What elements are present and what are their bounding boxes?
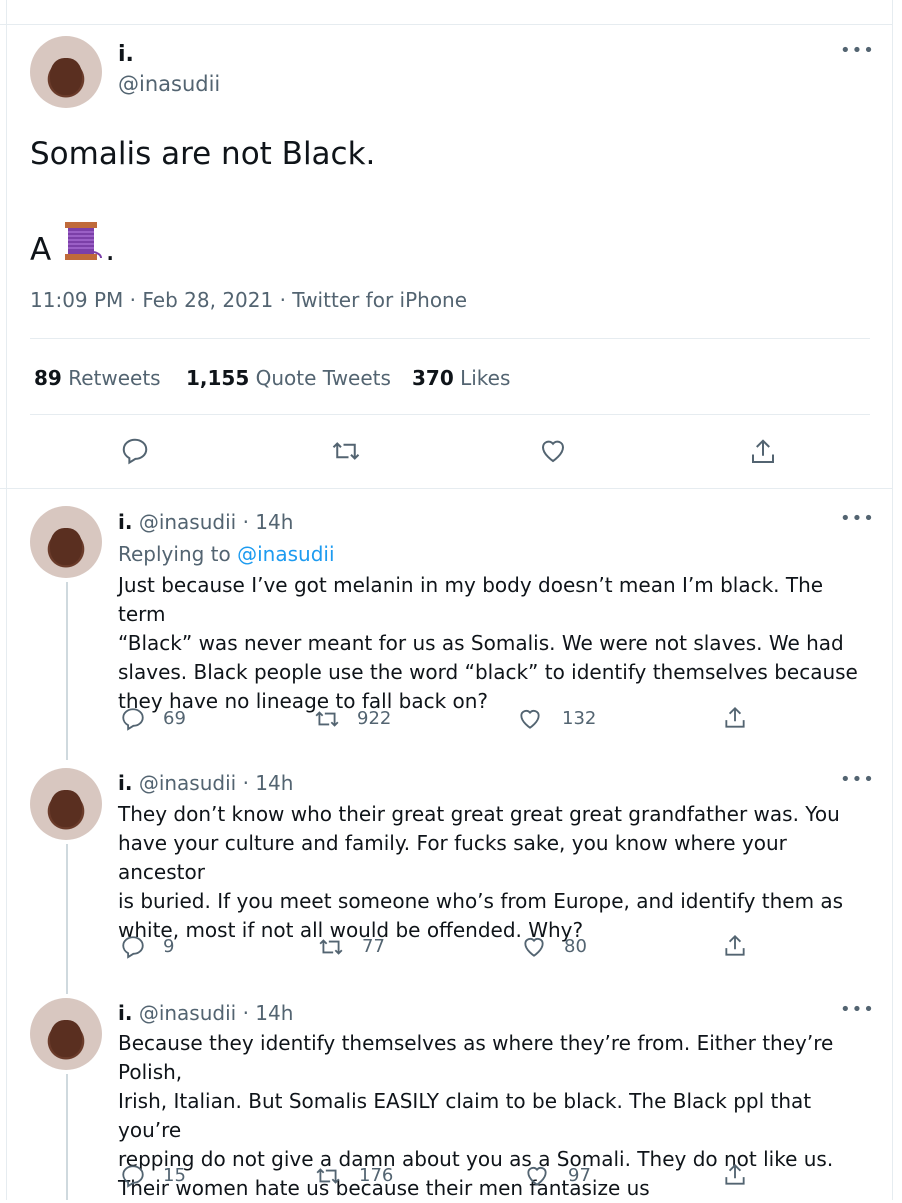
reply-header: i. @inasudii · 14h [118,1001,293,1025]
author-handle-time[interactable]: @inasudii · 14h [139,1001,294,1025]
reply-icon[interactable] [120,934,146,964]
reply-icon[interactable] [120,1163,146,1193]
thread-spool-icon [63,222,103,268]
retweet-count: 77 [362,936,385,957]
top-divider [0,24,892,25]
retweet-icon[interactable] [314,1163,342,1193]
reply-count: 9 [163,936,175,957]
heart-icon[interactable] [538,436,568,470]
tweet-text-line1: Somalis are not Black. [30,136,376,172]
reply-icon[interactable] [120,706,146,736]
author-name[interactable]: i. [118,771,132,795]
share-icon[interactable] [748,436,778,472]
left-border [6,0,7,1200]
retweet-icon[interactable] [317,934,345,964]
like-count: 132 [562,708,597,729]
tweet-text-prefix: A [30,232,52,268]
author-name[interactable]: i. [118,1001,132,1025]
reply-count: 15 [163,1165,186,1186]
more-dots-icon[interactable]: ••• [840,508,875,529]
avatar[interactable] [30,998,102,1070]
more-dots-icon[interactable]: ••• [840,999,875,1020]
replying-to-link[interactable]: @inasudii [237,542,334,566]
thread-line [66,1074,68,1200]
tweet-text-suffix: . [105,232,116,268]
share-icon[interactable] [722,932,748,964]
divider [30,338,870,339]
reply-count: 69 [163,708,186,729]
retweet-count: 176 [359,1165,394,1186]
like-count: 80 [564,936,587,957]
more-dots-icon[interactable]: ••• [840,40,875,61]
retweet-icon[interactable] [330,436,362,470]
like-count: 97 [568,1165,591,1186]
more-dots-icon[interactable]: ••• [840,769,875,790]
divider [0,488,892,489]
avatar[interactable] [30,768,102,840]
tweet-text-line2: A . [30,222,115,268]
reply-header: i. @inasudii · 14h [118,771,293,795]
share-icon[interactable] [722,1161,748,1193]
reply-header: i. @inasudii · 14h [118,510,293,534]
tweet-timestamp[interactable]: 11:09 PM · Feb 28, 2021 · Twitter for iP… [30,288,467,312]
retweet-count: 922 [357,708,392,729]
likes-stat[interactable]: 370 Likes [412,366,510,390]
author-handle[interactable]: @inasudii [118,72,220,96]
author-handle-time[interactable]: @inasudii · 14h [139,771,294,795]
reply-body: Because they identify themselves as wher… [118,1031,834,1200]
heart-icon[interactable] [521,934,547,964]
right-border [892,0,893,1200]
share-icon[interactable] [722,704,748,736]
avatar[interactable] [30,36,102,108]
divider [30,414,870,415]
author-name[interactable]: i. [118,42,134,67]
quote-tweets-stat[interactable]: 1,155 Quote Tweets [186,366,391,390]
heart-icon[interactable] [524,1163,550,1193]
author-name[interactable]: i. [118,510,132,534]
reply-body: They don’t know who their great great gr… [118,802,844,942]
thread-line [66,844,68,994]
reply-body: Just because I’ve got melanin in my body… [118,573,858,713]
heart-icon[interactable] [517,706,543,736]
author-handle-time[interactable]: @inasudii · 14h [139,510,294,534]
thread-line [66,582,68,760]
reply-icon[interactable] [120,436,150,470]
retweet-icon[interactable] [313,706,341,736]
retweets-stat[interactable]: 89 Retweets [34,366,161,390]
replying-to: Replying to @inasudii [118,542,335,566]
avatar[interactable] [30,506,102,578]
